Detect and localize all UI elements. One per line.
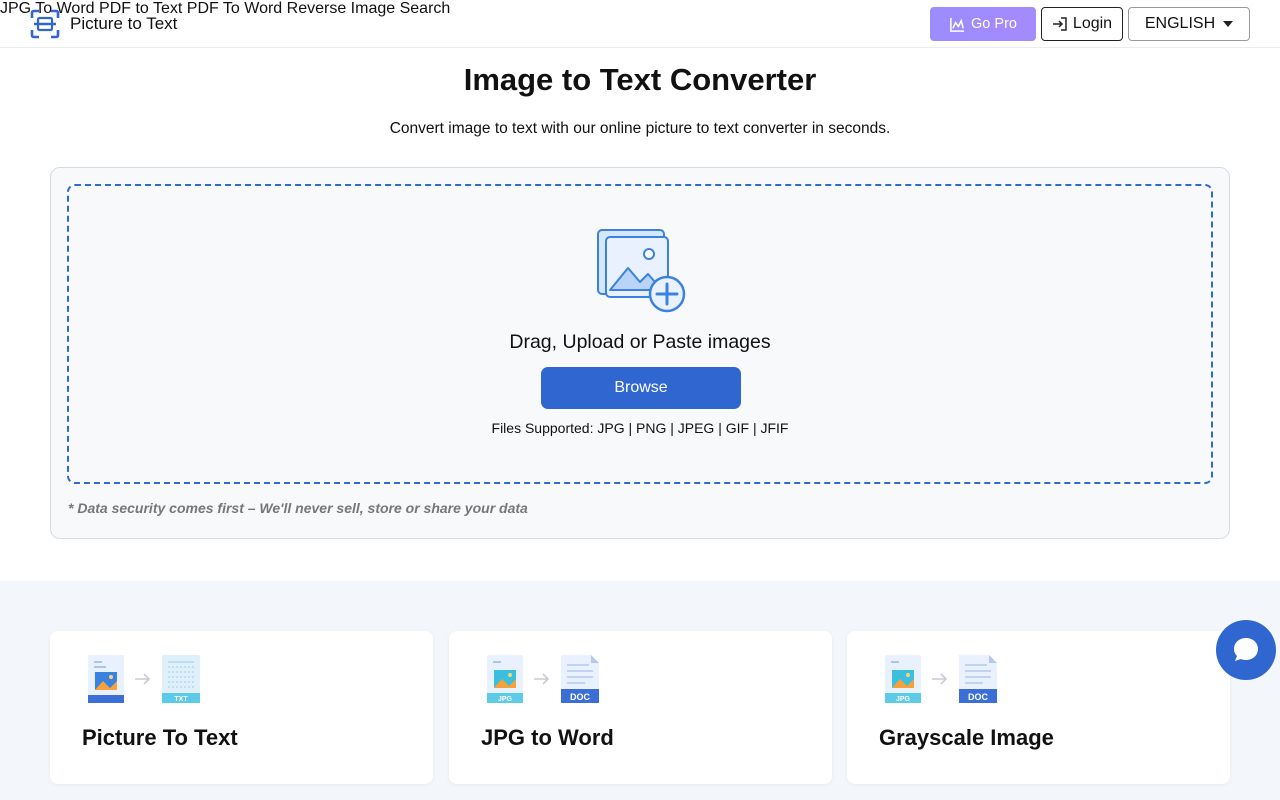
image-to-txt-icon: TXT [88,655,200,703]
tool-card-grayscale-image[interactable]: JPG DOC Grayscale Image [847,631,1230,784]
brand-name: Picture to Text [70,14,178,33]
image-upload-icon [597,229,686,313]
jpg-badge: JPG [498,696,513,703]
tool-card-jpg-to-word[interactable]: JPG DOC JPG to Word [449,631,832,784]
doc-badge: DOC [968,692,989,702]
nav-reverse-image-search[interactable]: Reverse Image Search [287,0,451,17]
top-navbar: Picture to Text JPG To Word PDF to Text … [0,0,1280,48]
page-title: Image to Text Converter [463,62,817,97]
tool-title: Grayscale Image [879,725,1054,750]
tools-section: TXT Picture To Text JPG DOC JPG to Word … [0,581,1280,800]
drag-upload-text: Drag, Upload or Paste images [509,331,771,353]
caret-down-icon [1223,21,1234,27]
chart-crown-icon [950,17,965,32]
security-note: * Data security comes first – We'll neve… [68,500,528,516]
language-label: ENGLISH [1144,15,1216,32]
login-arrow-icon [1052,17,1067,31]
upload-dropzone[interactable]: Drag, Upload or Paste images Browse File… [67,184,1213,484]
txt-badge: TXT [174,696,188,703]
jpg-to-doc-icon: JPG DOC [885,655,997,703]
nav-pdf-to-word[interactable]: PDF To Word [187,0,282,17]
tool-title: JPG to Word [481,725,614,750]
tool-card-picture-to-text[interactable]: TXT Picture To Text [50,631,433,784]
chat-bubble-icon [1234,638,1258,661]
browse-button[interactable]: Browse [541,367,741,409]
jpg-badge: JPG [896,696,911,703]
login-button[interactable]: Login [1041,7,1123,41]
login-label: Login [1072,15,1113,32]
jpg-to-doc-icon: JPG DOC [487,655,599,703]
chat-widget-button[interactable] [1216,620,1276,680]
doc-badge: DOC [570,692,591,702]
page-subtitle: Convert image to text with our online pi… [389,120,891,137]
tool-title: Picture To Text [82,725,238,750]
upload-card: Drag, Upload or Paste images Browse File… [50,167,1230,539]
go-pro-label: Go Pro [971,16,1017,32]
go-pro-button[interactable]: Go Pro [930,7,1036,41]
brand-logo[interactable]: Picture to Text [30,9,177,39]
supported-files-text: Files Supported: JPG | PNG | JPEG | GIF … [491,420,789,436]
scan-logo-icon [30,9,60,39]
language-dropdown[interactable]: ENGLISH [1128,7,1250,41]
